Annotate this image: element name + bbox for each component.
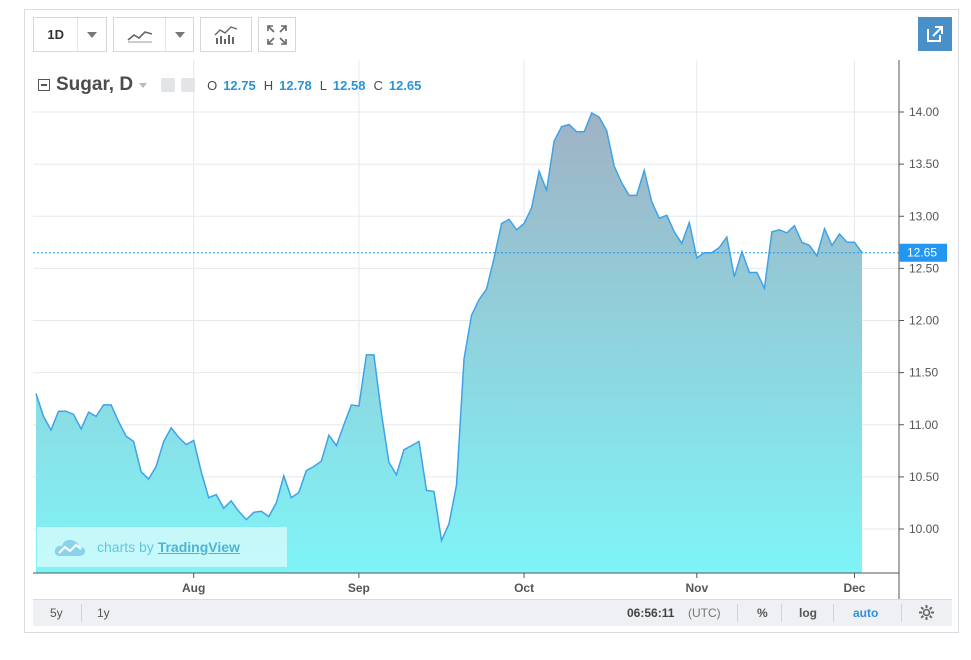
symbol-title[interactable]: Sugar, D bbox=[56, 74, 133, 96]
chart-style-selector[interactable] bbox=[113, 17, 194, 52]
y-tick-label: 13.00 bbox=[909, 209, 939, 223]
bottom-toolbar: 5y 1y 06:56:11 (UTC) % log auto bbox=[33, 599, 952, 626]
price-chart[interactable]: 10.00 10.50 11.00 11.50 12.00 12.50 13.00 13.50… bbox=[33, 60, 952, 600]
chart-style-button[interactable] bbox=[114, 18, 165, 51]
watermark-text: charts by TradingView bbox=[97, 539, 240, 555]
close-label: C bbox=[373, 77, 383, 93]
last-price-text: 12.65 bbox=[907, 246, 937, 260]
series-area bbox=[36, 113, 862, 573]
y-tick-label: 11.50 bbox=[909, 366, 938, 380]
area-chart-icon bbox=[127, 30, 152, 42]
external-link-icon bbox=[927, 26, 943, 42]
chevron-down-icon bbox=[174, 31, 185, 38]
low-label: L bbox=[319, 77, 327, 93]
settings-icon[interactable] bbox=[181, 78, 196, 92]
interval-label: 1D bbox=[47, 27, 64, 42]
x-tick-label: Sep bbox=[348, 581, 370, 595]
y-tick-label: 11.00 bbox=[909, 418, 938, 432]
y-tick-label: 12.00 bbox=[909, 314, 939, 328]
y-axis[interactable]: 10.00 10.50 11.00 11.50 12.00 12.50 13.00 13.50… bbox=[899, 105, 939, 536]
indicators-icon bbox=[214, 25, 238, 44]
x-tick-label: Nov bbox=[685, 581, 708, 595]
chevron-down-icon[interactable] bbox=[139, 82, 148, 88]
top-toolbar: 1D bbox=[33, 17, 296, 54]
percent-scale-button[interactable]: % bbox=[757, 606, 768, 620]
watermark-prefix: charts by bbox=[97, 539, 154, 555]
collapse-icon[interactable] bbox=[38, 79, 50, 91]
clock-time: 06:56:11 bbox=[627, 606, 675, 620]
fullscreen-icon bbox=[267, 24, 287, 45]
chevron-down-icon bbox=[87, 31, 98, 38]
high-value: 12.78 bbox=[279, 77, 312, 93]
range-1y-button[interactable]: 1y bbox=[97, 606, 110, 620]
open-value: 12.75 bbox=[223, 77, 256, 93]
gear-icon[interactable] bbox=[918, 604, 935, 621]
y-tick-label: 12.50 bbox=[909, 261, 939, 275]
log-scale-button[interactable]: log bbox=[799, 606, 817, 620]
fullscreen-button[interactable] bbox=[258, 17, 296, 52]
interval-button[interactable]: 1D bbox=[34, 18, 77, 51]
close-value: 12.65 bbox=[388, 77, 422, 93]
x-tick-label: Oct bbox=[514, 581, 534, 595]
last-price-label: 12.65 bbox=[899, 243, 947, 262]
x-tick-label: Aug bbox=[182, 581, 205, 595]
high-label: H bbox=[263, 77, 274, 93]
x-axis[interactable]: AugSepOctNovDec20 bbox=[182, 573, 952, 595]
tradingview-watermark[interactable]: charts by TradingView bbox=[37, 527, 287, 567]
cloud-logo-icon bbox=[54, 539, 86, 556]
visibility-icon[interactable] bbox=[161, 78, 176, 92]
interval-selector[interactable]: 1D bbox=[33, 17, 107, 52]
low-value: 12.58 bbox=[332, 77, 366, 93]
auto-scale-button[interactable]: auto bbox=[853, 606, 878, 620]
y-tick-label: 10.00 bbox=[909, 522, 939, 536]
y-tick-label: 14.00 bbox=[909, 105, 939, 119]
popout-button[interactable] bbox=[918, 17, 952, 51]
indicators-button[interactable] bbox=[200, 17, 252, 52]
tradingview-link[interactable]: TradingView bbox=[158, 539, 240, 555]
y-tick-label: 13.50 bbox=[909, 157, 939, 171]
open-label: O bbox=[207, 77, 218, 93]
y-tick-label: 10.50 bbox=[909, 470, 939, 484]
interval-dropdown-button[interactable] bbox=[78, 18, 106, 51]
timezone-button[interactable]: (UTC) bbox=[688, 606, 721, 620]
x-tick-label: Dec bbox=[843, 581, 865, 595]
range-5y-button[interactable]: 5y bbox=[50, 606, 63, 620]
legend: Sugar, D O 12.75 H 12.78 L 12.58 C 12.65 bbox=[38, 74, 421, 96]
chart-style-dropdown-button[interactable] bbox=[166, 18, 193, 51]
